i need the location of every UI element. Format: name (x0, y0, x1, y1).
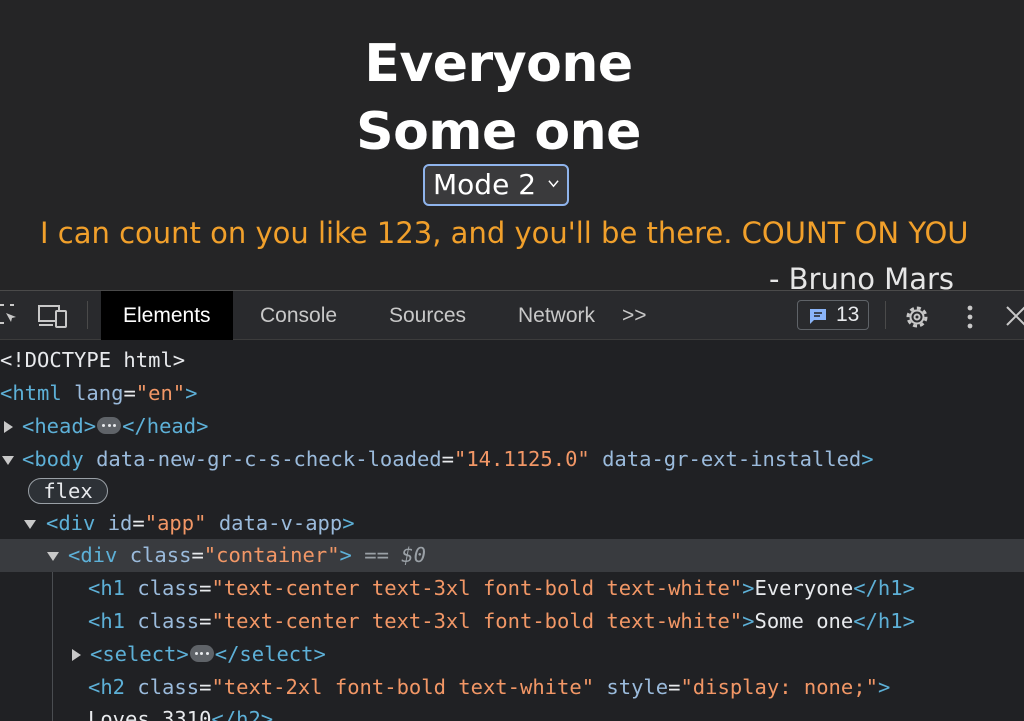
mode-select[interactable]: Mode 2 (423, 164, 569, 206)
gear-icon[interactable] (903, 303, 931, 331)
expand-triangle-icon[interactable] (72, 649, 82, 661)
toolbar-divider (87, 301, 88, 329)
kebab-menu-icon[interactable] (963, 303, 977, 331)
tree-node-h1-everyone[interactable]: <h1 class="text-center text-3xl font-bol… (0, 572, 1024, 605)
toolbar-divider (885, 301, 886, 329)
issues-count: 13 (836, 303, 860, 326)
elements-tree: <!DOCTYPE html> <html lang="en"> <head> <… (0, 340, 1024, 721)
tree-node-html[interactable]: <html lang="en"> (0, 377, 1024, 410)
heading-some-one: Some one (356, 102, 641, 162)
quote-text: I can count on you like 123, and you'll … (40, 216, 969, 250)
collapse-triangle-icon[interactable] (2, 456, 14, 466)
page-preview: Everyone Some one Mode 2 I can count on … (0, 0, 1024, 290)
tree-node-h1-some-one[interactable]: <h1 class="text-center text-3xl font-bol… (0, 605, 1024, 638)
tree-node-select[interactable]: <select> </select> (0, 638, 1024, 671)
tree-node-head[interactable]: <head> </head> (0, 410, 1024, 443)
flex-badge[interactable]: flex (28, 478, 108, 504)
chevron-down-icon (548, 180, 559, 188)
tree-node-doctype[interactable]: <!DOCTYPE html> (0, 344, 1024, 377)
ellipsis-icon[interactable] (189, 644, 214, 662)
tree-node-div-container[interactable]: <div class="container"> == $0 (0, 539, 1024, 572)
more-tabs-button[interactable]: >> (612, 291, 657, 340)
device-toolbar-icon[interactable] (37, 303, 69, 329)
tree-node-h2-text[interactable]: Loves 3310</h2> (0, 703, 1024, 721)
issues-badge[interactable]: 13 (797, 300, 869, 330)
collapse-triangle-icon[interactable] (47, 552, 59, 562)
tab-network[interactable]: Network (496, 291, 617, 340)
devtools-toolbar: Elements Console Sources Network >> 13 (0, 290, 1024, 340)
tree-node-body[interactable]: <body data-new-gr-c-s-check-loaded="14.1… (0, 443, 1024, 476)
chat-icon (810, 309, 826, 324)
ellipsis-icon[interactable] (97, 416, 122, 434)
collapse-triangle-icon[interactable] (24, 520, 36, 530)
tab-console[interactable]: Console (238, 291, 359, 340)
tab-sources[interactable]: Sources (367, 291, 488, 340)
quote-author: - Bruno Mars (768, 262, 954, 290)
tree-node-h2[interactable]: <h2 class="text-2xl font-bold text-white… (0, 671, 1024, 704)
tab-elements[interactable]: Elements (101, 291, 233, 340)
mode-select-value: Mode 2 (433, 168, 537, 201)
inspect-icon[interactable] (0, 303, 18, 327)
expand-triangle-icon[interactable] (4, 421, 14, 433)
close-icon[interactable] (1005, 305, 1024, 327)
tree-node-div-app[interactable]: <div id="app" data-v-app> (0, 507, 1024, 540)
heading-everyone: Everyone (364, 34, 633, 94)
